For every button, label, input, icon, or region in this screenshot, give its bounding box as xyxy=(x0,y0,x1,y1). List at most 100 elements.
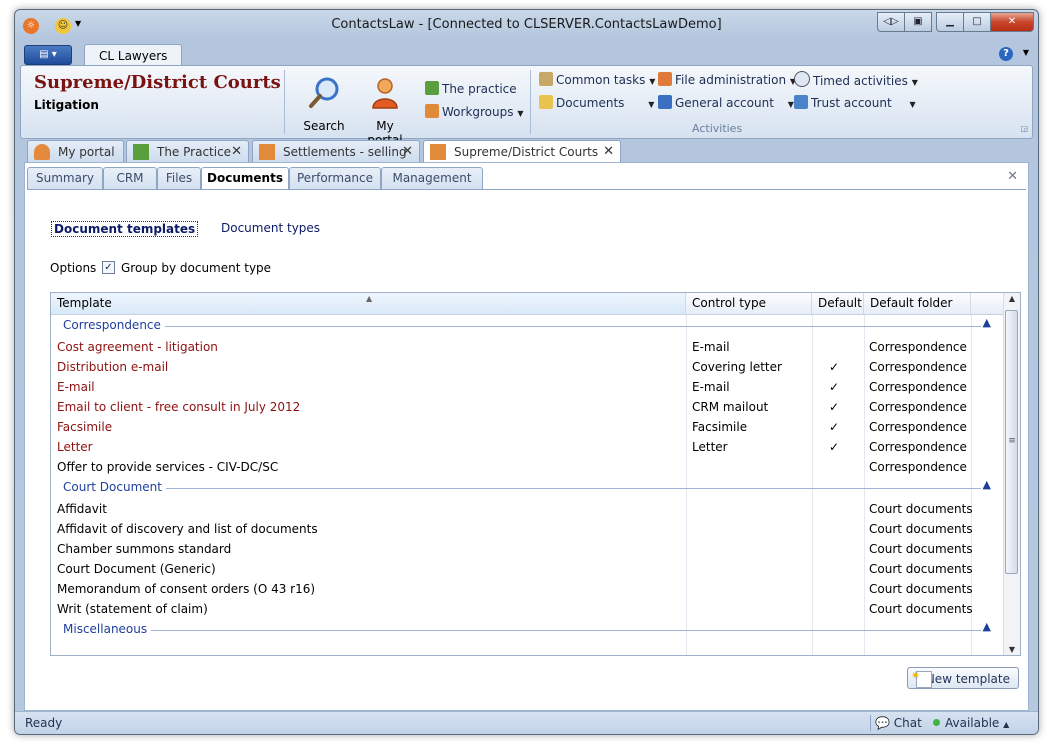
table-row[interactable]: Email to client - free consult in July 2… xyxy=(51,397,1003,417)
magnifier-icon xyxy=(309,77,339,108)
default-cell: ✓ xyxy=(829,400,840,414)
person-icon xyxy=(372,78,398,109)
file-administration-label: File administration xyxy=(675,73,787,87)
file-admin-icon xyxy=(658,72,672,86)
scroll-down-icon[interactable]: ▼ xyxy=(1004,645,1020,654)
group-divider xyxy=(63,326,981,327)
availability-label: Available xyxy=(945,716,1000,730)
tab-the-practice[interactable]: The Practice ✕ xyxy=(126,140,249,162)
close-tab-icon[interactable]: ✕ xyxy=(603,141,614,163)
tab-summary[interactable]: Summary xyxy=(27,167,103,189)
workgroups-icon xyxy=(430,144,446,160)
control-type-cell: E-mail xyxy=(692,340,730,354)
collapse-group-icon[interactable]: ▲ xyxy=(983,316,991,329)
table-row[interactable]: Chamber summons standard Court documents xyxy=(51,539,1003,559)
group-header[interactable]: Miscellaneous ▲ xyxy=(51,619,1003,641)
table-row[interactable]: Court Document (Generic) Court documents xyxy=(51,559,1003,579)
table-row[interactable]: Letter Letter ✓ Correspondence xyxy=(51,437,1003,457)
column-header-default[interactable]: Default xyxy=(812,293,864,314)
document-types-link[interactable]: Document types xyxy=(221,221,320,235)
group-by-checkbox[interactable]: ✓ xyxy=(102,261,115,274)
collapse-group-icon[interactable]: ▲ xyxy=(983,620,991,633)
tab-management[interactable]: Management xyxy=(381,167,483,189)
general-account-button[interactable]: General account ▼ xyxy=(658,94,794,112)
close-panel-icon[interactable]: ✕ xyxy=(1007,169,1018,184)
my-portal-button[interactable]: My portal xyxy=(357,76,413,147)
group-header[interactable]: Correspondence ▲ xyxy=(51,315,1003,337)
practice-icon xyxy=(425,81,439,95)
column-header-template[interactable]: Template ▲ xyxy=(51,293,686,314)
application-menu-button[interactable]: ▤ ▾ xyxy=(24,45,72,65)
search-button[interactable]: Search xyxy=(299,76,349,133)
table-row[interactable]: Memorandum of consent orders (O 43 r16) C… xyxy=(51,579,1003,599)
minimize-icon[interactable]: ▁ xyxy=(936,12,964,32)
group-label: Miscellaneous xyxy=(63,622,152,636)
chat-bubble-icon: 💬 xyxy=(875,716,890,730)
close-icon[interactable]: ✕ xyxy=(990,12,1034,32)
table-row[interactable]: Distribution e-mail Covering letter ✓ Corre… xyxy=(51,357,1003,377)
vertical-scrollbar[interactable]: ▲ ≡ ▼ xyxy=(1003,293,1020,655)
new-template-button[interactable]: New template xyxy=(907,665,1019,689)
table-row[interactable]: Affidavit of discovery and list of docum… xyxy=(51,519,1003,539)
the-practice-button[interactable]: The practice xyxy=(425,80,517,98)
chat-label: Chat xyxy=(893,716,922,730)
close-tab-icon[interactable]: ✕ xyxy=(402,141,413,163)
dialog-launcher-icon[interactable]: ◲ xyxy=(1020,124,1028,133)
templates-grid: Template ▲ Control type Default Default … xyxy=(50,292,1021,656)
default-folder-cell: Court documents xyxy=(869,602,973,616)
tab-crm[interactable]: CRM xyxy=(103,167,157,189)
workgroups-icon xyxy=(259,144,275,160)
tab-documents[interactable]: Documents xyxy=(201,167,289,190)
help-icon[interactable]: ? xyxy=(999,47,1013,61)
default-cell: ✓ xyxy=(829,440,840,454)
chevron-down-icon: ▼ xyxy=(787,100,794,109)
group-header[interactable]: Court Document ▲ xyxy=(51,477,1003,499)
documents-button[interactable]: Documents ▼ xyxy=(539,94,654,112)
collapse-group-icon[interactable]: ▲ xyxy=(983,478,991,491)
chat-button[interactable]: 💬 Chat xyxy=(875,716,922,730)
tab-my-portal[interactable]: My portal xyxy=(27,140,124,162)
default-folder-cell: Correspondence xyxy=(869,460,967,474)
grid-header: Template ▲ Control type Default Default … xyxy=(51,293,1020,315)
ribbon-options-icon[interactable]: ▼ xyxy=(1023,48,1029,57)
scroll-up-icon[interactable]: ▲ xyxy=(1004,294,1020,303)
template-cell: Writ (statement of claim) xyxy=(57,602,208,616)
default-folder-cell: Court documents xyxy=(869,582,973,596)
table-row[interactable]: Affidavit Court documents xyxy=(51,499,1003,519)
default-folder-cell: Court documents xyxy=(869,502,973,516)
close-tab-icon[interactable]: ✕ xyxy=(231,141,242,163)
common-tasks-button[interactable]: Common tasks ▼ xyxy=(539,71,655,89)
table-row[interactable]: Writ (statement of claim) Court documents xyxy=(51,599,1003,619)
tab-label: The Practice xyxy=(157,145,232,159)
ribbon-tab-row: ▤ ▾ CL Lawyers ? ▼ xyxy=(20,44,1033,67)
table-row[interactable]: Cost agreement - litigation E-mail Corresp… xyxy=(51,337,1003,357)
group-by-label: Group by document type xyxy=(121,261,272,275)
tab-supreme-district-courts[interactable]: Supreme/District Courts ✕ xyxy=(423,140,621,163)
table-row[interactable]: E-mail E-mail ✓ Correspondence xyxy=(51,377,1003,397)
tab-settlements-selling[interactable]: Settlements - selling ✕ xyxy=(252,140,420,162)
template-cell: Chamber summons standard xyxy=(57,542,232,556)
column-header-control-type[interactable]: Control type xyxy=(686,293,812,314)
status-separator xyxy=(870,715,871,731)
column-header-default-folder[interactable]: Default folder xyxy=(864,293,971,314)
timed-activities-button[interactable]: Timed activities ▼ xyxy=(794,71,918,89)
document-templates-link[interactable]: Document templates xyxy=(51,221,199,237)
trust-account-button[interactable]: Trust account ▼ xyxy=(794,94,916,112)
file-administration-button[interactable]: File administration ▼ xyxy=(658,71,796,89)
workgroups-button[interactable]: Workgroups ▼ xyxy=(425,103,523,121)
trust-account-icon xyxy=(794,95,808,109)
default-folder-cell: Correspondence xyxy=(869,380,967,394)
ribbon-separator xyxy=(530,70,531,134)
chevron-down-icon: ▼ xyxy=(648,100,655,109)
status-text: Ready xyxy=(25,716,63,730)
tab-files[interactable]: Files xyxy=(157,167,201,189)
table-row[interactable]: Facsimile Facsimile ✓ Correspondence xyxy=(51,417,1003,437)
layout-toggle-icon[interactable]: ◁▷ xyxy=(877,12,905,32)
ribbon-tab-cl-lawyers[interactable]: CL Lawyers xyxy=(84,44,183,67)
availability-button[interactable]: Available ▲ xyxy=(933,716,1009,730)
maximize-icon[interactable]: □ xyxy=(963,12,991,32)
table-row[interactable]: Offer to provide services - CIV-DC/SC Cor… xyxy=(51,457,1003,477)
chevron-up-icon: ▲ xyxy=(1003,720,1010,729)
tab-performance[interactable]: Performance xyxy=(289,167,381,189)
window-list-icon[interactable]: ▣ xyxy=(904,12,932,32)
